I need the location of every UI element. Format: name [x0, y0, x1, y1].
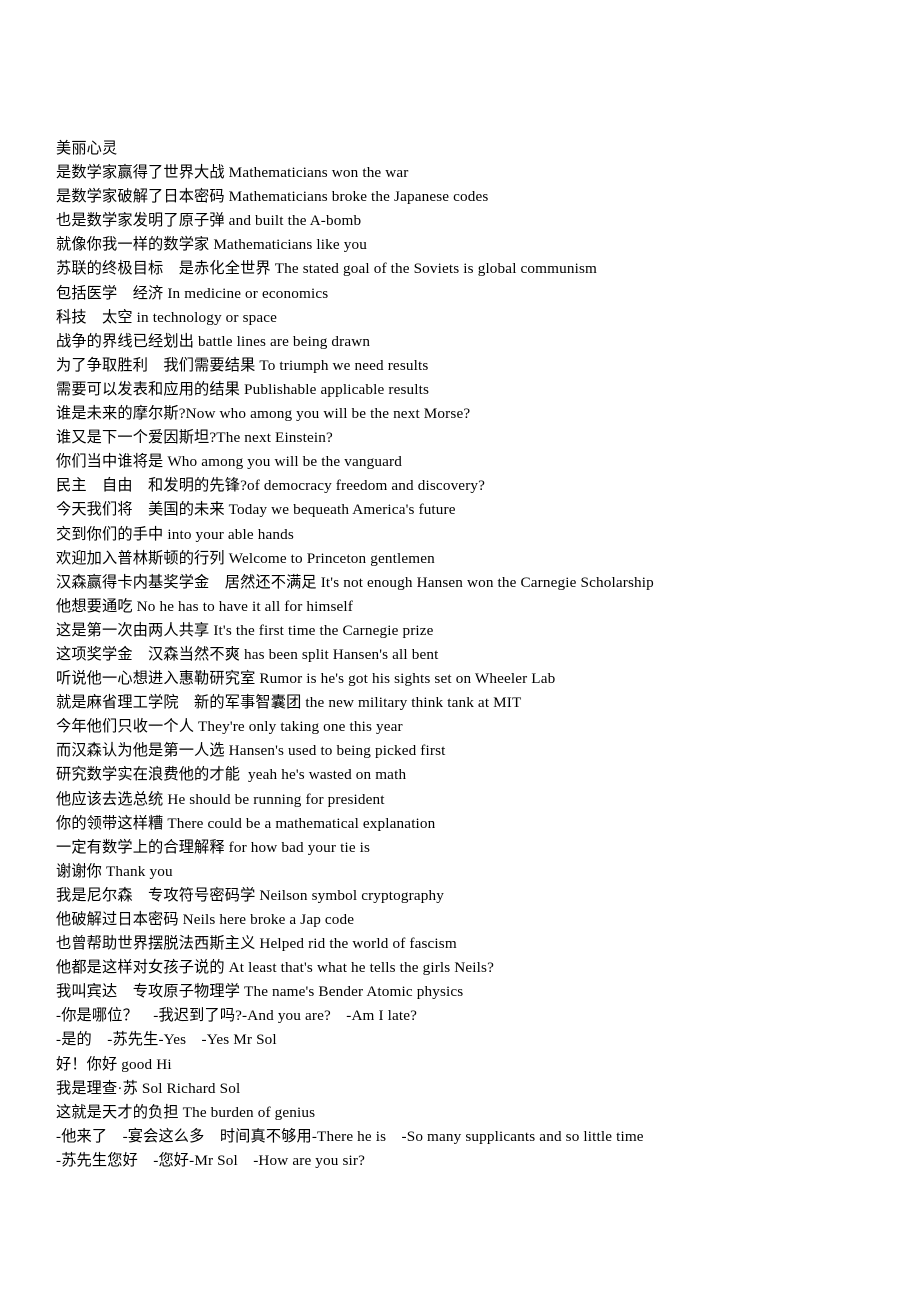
subtitle-line: -苏先生您好 -您好-Mr Sol -How are you sir?	[56, 1151, 366, 1169]
subtitle-line: 交到你们的手中 into your able hands	[56, 525, 294, 543]
subtitle-line: 我叫宾达 专攻原子物理学 The name's Bender Atomic ph…	[56, 983, 464, 1001]
subtitle-line: -他来了 -宴会这么多 时间真不够用-There he is -So many …	[56, 1127, 644, 1145]
subtitle-line: 谁是未来的摩尔斯?Now who among you will be the n…	[56, 405, 471, 423]
subtitle-line: 是数学家破解了日本密码 Mathematicians broke the Jap…	[56, 188, 489, 206]
subtitle-line: 他都是这样对女孩子说的 At least that's what he tell…	[56, 959, 495, 977]
subtitle-line: 我是尼尔森 专攻符号密码学 Neilson symbol cryptograph…	[56, 886, 445, 904]
subtitle-line: 你的领带这样糟 There could be a mathematical ex…	[56, 814, 436, 832]
subtitle-line: 他应该去选总统 He should be running for preside…	[56, 790, 385, 808]
subtitle-line: 今年他们只收一个人 They're only taking one this y…	[56, 718, 403, 736]
subtitle-line: -是的 -苏先生-Yes -Yes Mr Sol	[56, 1031, 277, 1049]
subtitle-line: 今天我们将 美国的未来 Today we bequeath America's …	[56, 501, 456, 519]
subtitle-line: 他破解过日本密码 Neils here broke a Jap code	[56, 911, 355, 928]
subtitle-line: 苏联的终极目标 是赤化全世界 The stated goal of the So…	[56, 260, 597, 278]
subtitle-line: 汉森赢得卡内基奖学金 居然还不满足 It's not enough Hansen…	[56, 573, 654, 591]
subtitle-line: 就像你我一样的数学家 Mathematicians like you	[56, 236, 367, 254]
subtitle-line: 是数学家赢得了世界大战 Mathematicians won the war	[56, 164, 409, 182]
subtitle-line: 这是第一次由两人共享 It's the first time the Carne…	[56, 621, 434, 639]
document-title-line: 美丽心灵	[56, 140, 118, 157]
subtitle-line: 谢谢你 Thank you	[56, 862, 173, 880]
subtitle-line: 需要可以发表和应用的结果 Publishable applicable resu…	[56, 380, 430, 398]
subtitle-line: 谁又是下一个爱因斯坦?The next Einstein?	[56, 429, 333, 447]
subtitle-line: 也是数学家发明了原子弹 and built the A-bomb	[56, 212, 362, 230]
subtitle-line: -你是哪位？ -我迟到了吗?-And you are? -Am I late?	[56, 1007, 418, 1025]
subtitle-line: 这项奖学金 汉森当然不爽 has been split Hansen's all…	[56, 645, 439, 663]
subtitle-line: 你们当中谁将是 Who among you will be the vangua…	[56, 453, 402, 471]
subtitle-line: 欢迎加入普林斯顿的行列 Welcome to Princeton gentlem…	[56, 549, 435, 567]
subtitle-line: 好！你好 good Hi	[56, 1055, 172, 1073]
subtitle-line: 战争的界线已经划出 battle lines are being drawn	[56, 332, 371, 350]
subtitle-line: 而汉森认为他是第一人选 Hansen's used to being picke…	[56, 742, 446, 760]
subtitle-line: 听说他一心想进入惠勒研究室 Rumor is he's got his sigh…	[56, 670, 556, 688]
subtitle-line: 他想要通吃 No he has to have it all for himse…	[56, 597, 354, 615]
subtitle-line: 这就是天才的负担 The burden of genius	[56, 1103, 316, 1121]
subtitle-transcript-body: 美丽心灵 是数学家赢得了世界大战 Mathematicians won the …	[56, 137, 876, 1173]
subtitle-line: 也曾帮助世界摆脱法西斯主义 Helped rid the world of fa…	[56, 935, 457, 953]
subtitle-line: 就是麻省理工学院 新的军事智囊团 the new military think …	[56, 694, 522, 712]
document-page: 美丽心灵 是数学家赢得了世界大战 Mathematicians won the …	[0, 0, 920, 1302]
subtitle-line: 我是理查·苏 Sol Richard Sol	[56, 1079, 241, 1097]
subtitle-line: 为了争取胜利 我们需要结果 To triumph we need results	[56, 356, 429, 374]
subtitle-line: 一定有数学上的合理解释 for how bad your tie is	[56, 838, 371, 856]
subtitle-line: 民主 自由 和发明的先锋?of democracy freedom and di…	[56, 477, 486, 495]
subtitle-line: 包括医学 经济 In medicine or economics	[56, 284, 329, 302]
subtitle-line: 研究数学实在浪费他的才能 yeah he's wasted on math	[56, 766, 407, 784]
subtitle-line: 科技 太空 in technology or space	[56, 308, 278, 326]
